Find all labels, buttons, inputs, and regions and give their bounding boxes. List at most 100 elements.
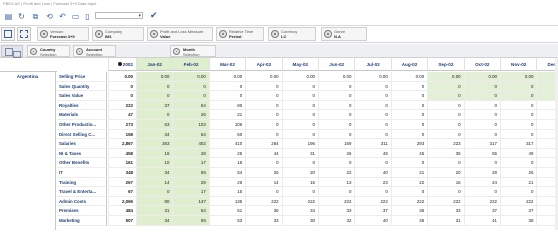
row-header-account[interactable]: Marketing [57, 216, 107, 226]
row-header-account[interactable]: Sales Value [57, 91, 107, 101]
data-cell[interactable]: 26 [208, 177, 246, 188]
column-header-total[interactable]: 2002 [108, 58, 136, 71]
data-cell[interactable]: 33 [427, 206, 464, 216]
data-cell[interactable]: 0 [463, 129, 500, 140]
data-cell[interactable]: 0 [500, 81, 537, 92]
data-cell[interactable]: 0 [354, 91, 391, 101]
data-cell[interactable]: 38 [500, 216, 537, 226]
data-cell[interactable]: 51 [208, 206, 246, 216]
data-cell[interactable]: 293 [390, 139, 428, 149]
column-axis-month[interactable]: Month Selection [170, 45, 216, 57]
data-cell[interactable]: 0 [354, 81, 391, 92]
data-cell[interactable]: 0.00 [463, 72, 500, 82]
data-cell[interactable]: 59 [172, 216, 209, 226]
data-cell[interactable]: 48 [354, 148, 391, 159]
data-cell[interactable]: 0 [281, 120, 318, 130]
data-cell[interactable]: 0 [390, 100, 428, 111]
data-cell[interactable]: 60 [208, 129, 246, 140]
data-cell[interactable]: 0 [136, 81, 173, 92]
data-cell[interactable]: 410 [208, 139, 246, 149]
data-cell[interactable]: 33 [245, 216, 282, 226]
data-cell[interactable]: 15 [281, 177, 318, 188]
data-cell[interactable]: 0 [500, 187, 537, 197]
data-cell[interactable]: 16 [427, 177, 464, 188]
data-cell[interactable]: 147 [172, 196, 209, 207]
data-cell[interactable]: 402 [172, 139, 209, 149]
data-cell[interactable]: 34 [136, 129, 173, 140]
data-cell[interactable]: 106 [208, 120, 246, 130]
page-icon[interactable]: ▯ [83, 12, 92, 21]
data-cell[interactable]: 0 [427, 100, 464, 111]
data-cell[interactable]: 0.00 [390, 72, 428, 82]
data-cell[interactable]: 14 [245, 177, 282, 188]
grid-view-button[interactable] [1, 27, 15, 41]
data-cell[interactable]: 0 [427, 120, 464, 130]
data-cell[interactable]: 0 [500, 110, 537, 120]
pov-relative-time[interactable]: Relative Time Period [216, 27, 264, 41]
data-cell[interactable]: 169 [318, 139, 355, 149]
data-cell[interactable]: 0 [427, 187, 464, 197]
column-header-month[interactable]: Oct-02 [463, 58, 500, 71]
data-cell[interactable]: 0 [354, 110, 391, 120]
data-cell[interactable]: 0 [136, 187, 173, 197]
data-cell[interactable]: 37 [500, 206, 537, 216]
data-cell[interactable]: 0 [281, 100, 318, 111]
data-cell[interactable]: 0.00 [318, 72, 355, 82]
data-cell[interactable]: 0 [427, 81, 464, 92]
column-header-month[interactable]: Aug-02 [390, 58, 428, 71]
data-cell[interactable]: 0 [318, 91, 355, 101]
data-cell[interactable]: 26 [245, 168, 282, 178]
row-header-account[interactable]: Other Benefits [57, 158, 107, 168]
data-cell[interactable]: 222 [427, 196, 464, 207]
row-header-account[interactable]: Materials [57, 110, 107, 120]
data-cell[interactable]: 0 [463, 187, 500, 197]
data-cell[interactable]: 16 [136, 148, 173, 159]
data-cell[interactable]: 37 [136, 100, 173, 111]
data-cell[interactable]: 0 [390, 110, 428, 120]
data-cell[interactable]: 0 [245, 110, 282, 120]
data-cell[interactable]: 0 [136, 91, 173, 101]
data-cell[interactable]: 0 [208, 81, 246, 92]
data-cell[interactable]: 34 [136, 168, 173, 178]
data-cell[interactable]: 0 [318, 120, 355, 130]
data-cell[interactable]: 0.00 [500, 72, 537, 82]
data-cell[interactable]: 33 [318, 206, 355, 216]
data-cell[interactable]: 0 [500, 120, 537, 130]
data-cell[interactable]: 0 [245, 81, 282, 92]
data-cell[interactable]: 32 [318, 216, 355, 226]
data-cell[interactable]: 0 [245, 100, 282, 111]
data-cell[interactable]: 25 [208, 148, 246, 159]
data-cell[interactable]: 0 [281, 187, 318, 197]
data-cell[interactable]: 0 [463, 81, 500, 92]
column-header-month[interactable]: Nov-02 [500, 58, 537, 71]
data-cell[interactable]: 0 [354, 158, 391, 168]
column-header-month[interactable]: Feb-02 [172, 58, 209, 71]
data-cell[interactable]: 37 [354, 206, 391, 216]
refresh-icon[interactable]: ↻ [17, 12, 26, 21]
data-cell[interactable]: 30 [281, 216, 318, 226]
checkmark-icon[interactable]: ✔ [150, 12, 158, 21]
folder-icon[interactable]: ▭ [71, 12, 80, 21]
data-cell[interactable]: 0 [354, 129, 391, 140]
data-cell[interactable]: 0.00 [136, 72, 173, 82]
column-header-month[interactable]: Jan-02 [136, 58, 173, 71]
data-cell[interactable]: 34 [136, 216, 173, 226]
data-cell[interactable]: 15 [208, 158, 246, 168]
data-cell[interactable]: 23 [354, 177, 391, 188]
data-cell[interactable]: 0 [390, 187, 428, 197]
data-cell[interactable]: 40 [354, 168, 391, 178]
data-cell[interactable]: 49 [500, 148, 537, 159]
data-cell[interactable]: 0 [281, 158, 318, 168]
data-cell[interactable]: 135 [208, 196, 246, 207]
data-cell[interactable]: 0 [172, 81, 209, 92]
data-cell[interactable]: 0 [136, 110, 173, 120]
row-header-account[interactable]: NI & Taxes [57, 148, 107, 159]
data-cell[interactable]: 44 [245, 148, 282, 159]
data-cell[interactable]: 0 [172, 91, 209, 101]
row-header-account[interactable]: Admin Costs [57, 196, 107, 207]
data-cell[interactable]: 0.00 [208, 72, 246, 82]
data-cell[interactable]: 0 [245, 187, 282, 197]
data-cell[interactable]: 15 [208, 187, 246, 197]
data-cell[interactable]: 0 [463, 91, 500, 101]
data-cell[interactable]: 0 [463, 110, 500, 120]
